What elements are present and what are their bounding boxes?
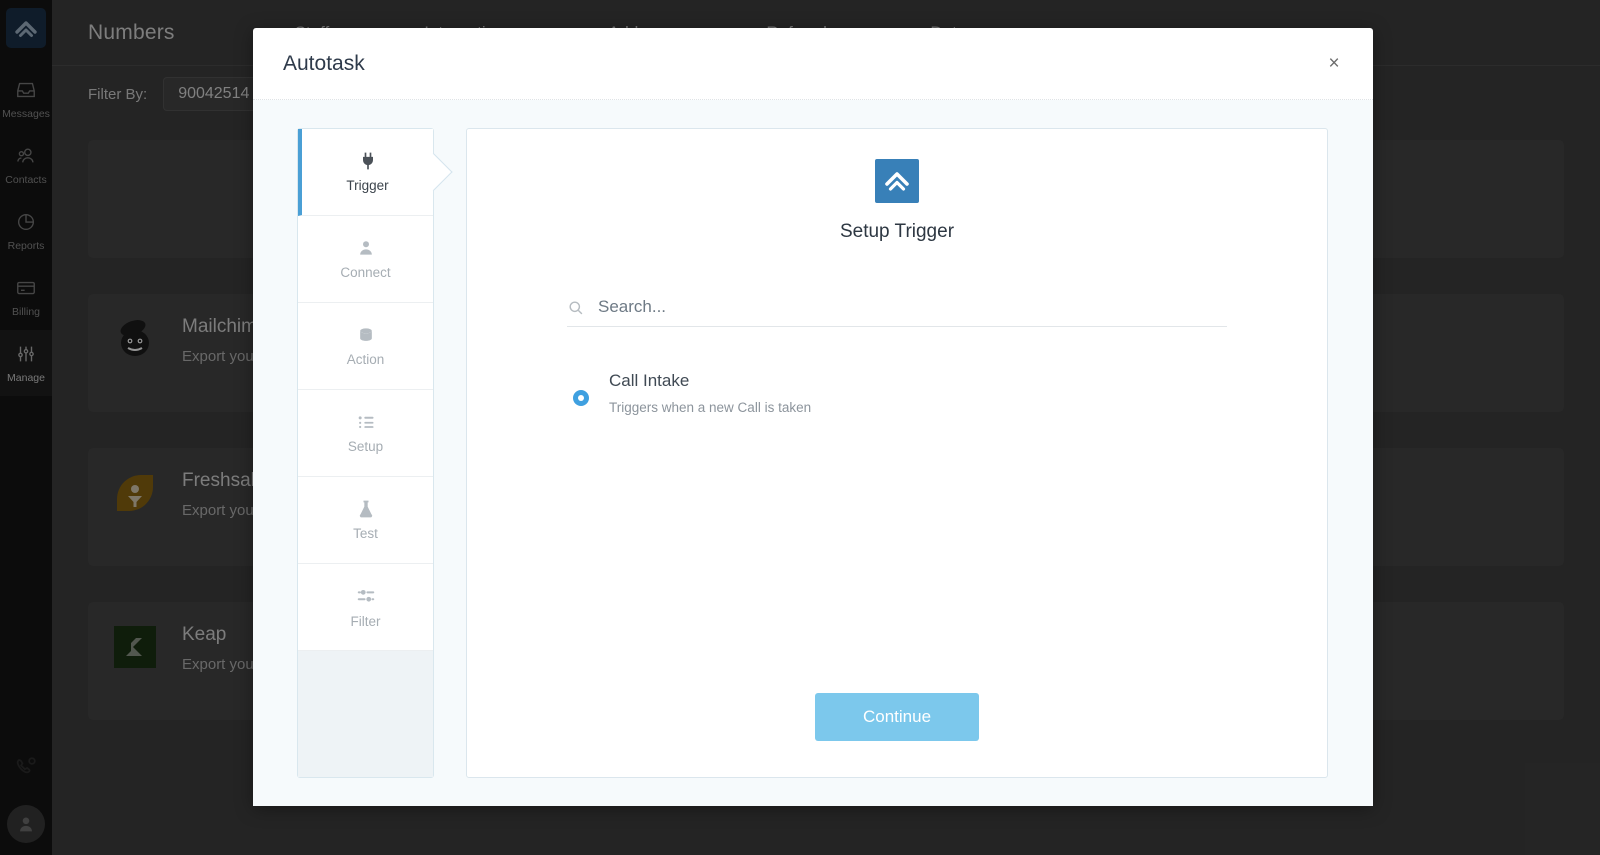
wizard-steps-tail: [298, 651, 433, 777]
database-icon: [356, 325, 376, 345]
wizard-step-test[interactable]: Test: [298, 477, 433, 564]
person-icon: [356, 238, 376, 258]
wizard-step-label: Connect: [340, 265, 391, 280]
filter-sliders-icon: [355, 585, 377, 607]
wizard-step-label: Trigger: [346, 178, 389, 193]
trigger-panel: Setup Trigger Call Intake Triggers when …: [466, 128, 1328, 778]
list-icon: [356, 412, 376, 432]
trigger-option-call-intake[interactable]: Call Intake Triggers when a new Call is …: [567, 371, 1227, 415]
wizard-step-label: Setup: [347, 439, 384, 454]
modal-header: Autotask ×: [253, 28, 1373, 100]
search-icon: [567, 299, 584, 316]
wizard-step-action[interactable]: Action: [298, 303, 433, 390]
wizard-step-label: Action: [346, 352, 385, 367]
wizard-step-label: Test: [353, 526, 378, 541]
modal-body: Trigger Connect Action Setup Test Filter…: [253, 100, 1373, 806]
autotask-modal: Autotask × Trigger Connect Action Setup …: [253, 28, 1373, 806]
continue-button[interactable]: Continue: [814, 693, 980, 741]
close-icon[interactable]: ×: [1321, 51, 1347, 77]
modal-title: Autotask: [283, 51, 365, 75]
trigger-options: Call Intake Triggers when a new Call is …: [567, 371, 1227, 415]
flask-icon: [356, 499, 376, 519]
wizard-step-trigger[interactable]: Trigger: [298, 129, 433, 216]
panel-title: Setup Trigger: [839, 221, 955, 242]
option-texts: Call Intake Triggers when a new Call is …: [609, 371, 811, 415]
wizard-step-setup[interactable]: Setup: [298, 390, 433, 477]
radio-selected-icon[interactable]: [573, 390, 589, 406]
search-input[interactable]: [598, 297, 1227, 317]
option-name: Call Intake: [609, 371, 690, 390]
wizard-step-label: Filter: [350, 614, 381, 629]
autotask-logo-icon: [875, 159, 919, 203]
plug-icon: [358, 151, 378, 171]
wizard-step-connect[interactable]: Connect: [298, 216, 433, 303]
option-desc: Triggers when a new Call is taken: [609, 400, 812, 415]
wizard-steps: Trigger Connect Action Setup Test Filter: [297, 128, 434, 778]
wizard-step-filter[interactable]: Filter: [298, 564, 433, 651]
search-field[interactable]: [567, 297, 1227, 327]
